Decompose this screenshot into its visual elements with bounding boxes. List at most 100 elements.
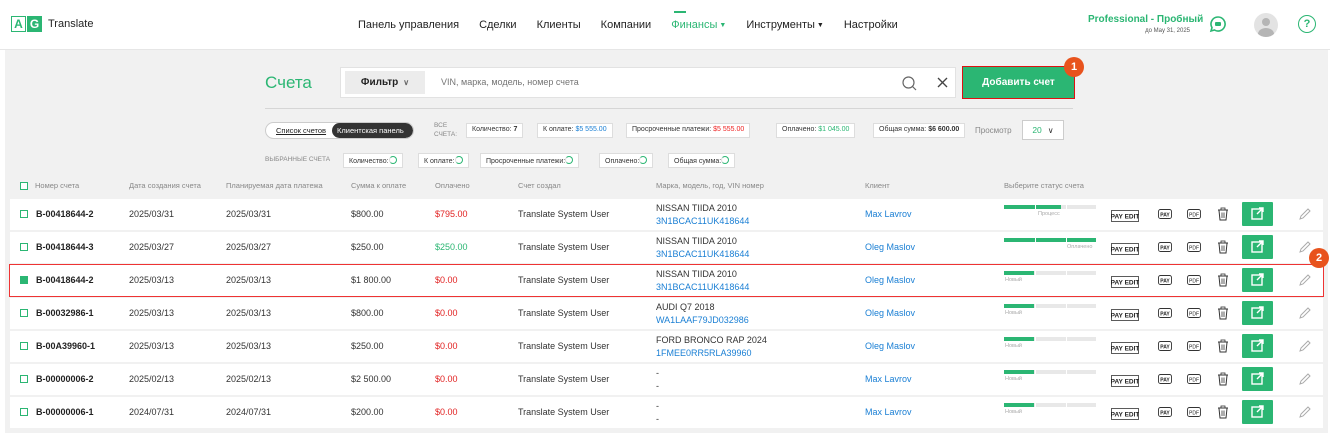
- help-icon[interactable]: ?: [1298, 15, 1316, 33]
- toggle-invoice-list[interactable]: Список счетов: [266, 123, 332, 138]
- row-checkbox[interactable]: [20, 342, 28, 350]
- edit-pencil-icon[interactable]: [1298, 273, 1312, 292]
- nav-deals[interactable]: Сделки: [479, 19, 517, 31]
- table-row[interactable]: B-00418644-2 2025/03/13 2025/03/13 $1 800.0…: [9, 264, 1324, 297]
- status-progress-bar[interactable]: [1004, 403, 1096, 407]
- trash-icon[interactable]: [1217, 372, 1229, 391]
- row-checkbox[interactable]: [20, 375, 28, 383]
- trash-icon[interactable]: [1217, 405, 1229, 424]
- table-row[interactable]: B-00000006-2 2025/02/13 2025/02/13 $2 500.0…: [10, 364, 1323, 395]
- pay-edit-icon[interactable]: PAY EDIT: [1111, 341, 1139, 359]
- status-progress-bar[interactable]: [1004, 304, 1096, 308]
- search-icon[interactable]: [902, 76, 917, 91]
- open-external-icon[interactable]: [1242, 334, 1273, 358]
- client-link[interactable]: Oleg Maslov: [865, 341, 915, 351]
- pdf-icon[interactable]: PDF: [1187, 372, 1201, 391]
- pay-icon[interactable]: PAY: [1158, 273, 1172, 292]
- filter-button[interactable]: Фильтр ∨: [345, 71, 425, 94]
- client-link[interactable]: Max Lavrov: [865, 209, 912, 219]
- status-progress-bar[interactable]: [1004, 205, 1096, 209]
- client-link[interactable]: Max Lavrov: [865, 407, 912, 417]
- row-checkbox[interactable]: [20, 309, 28, 317]
- vin-link[interactable]: 3N1BCAC11UK418644: [656, 281, 749, 294]
- row-checkbox[interactable]: [20, 276, 28, 284]
- whatsapp-icon[interactable]: [1209, 15, 1227, 33]
- pay-icon[interactable]: PAY: [1158, 240, 1172, 259]
- col-amount[interactable]: Сумма к оплате: [351, 181, 406, 190]
- pay-icon[interactable]: PAY: [1158, 306, 1172, 325]
- col-due-date[interactable]: Планируемая дата платежа: [226, 181, 323, 190]
- nav-settings[interactable]: Настройки: [844, 19, 898, 31]
- status-progress-bar[interactable]: [1004, 337, 1096, 341]
- avatar[interactable]: [1254, 13, 1278, 37]
- col-status[interactable]: Выберите статус счета: [1004, 181, 1084, 190]
- row-checkbox[interactable]: [20, 210, 28, 218]
- pay-edit-icon[interactable]: PAY EDIT: [1111, 308, 1139, 326]
- edit-pencil-icon[interactable]: [1298, 207, 1312, 226]
- trash-icon[interactable]: [1217, 240, 1229, 259]
- col-created-by[interactable]: Счет создал: [518, 181, 561, 190]
- pdf-icon[interactable]: PDF: [1187, 240, 1201, 259]
- edit-pencil-icon[interactable]: [1298, 372, 1312, 391]
- close-icon[interactable]: [937, 77, 948, 88]
- pay-icon[interactable]: PAY: [1158, 339, 1172, 358]
- status-progress-bar[interactable]: [1004, 370, 1096, 374]
- trash-icon[interactable]: [1217, 306, 1229, 325]
- invoice-number[interactable]: B-00418644-3: [36, 242, 94, 252]
- status-progress-bar[interactable]: [1004, 238, 1096, 242]
- pay-edit-icon[interactable]: PAY EDIT: [1111, 374, 1139, 392]
- table-row[interactable]: B-00A39960-1 2025/03/13 2025/03/13 $250.00 $…: [10, 331, 1323, 362]
- nav-dashboard[interactable]: Панель управления: [358, 19, 459, 31]
- vin-link[interactable]: -: [656, 380, 659, 393]
- vin-link[interactable]: 3N1BCAC11UK418644: [656, 248, 749, 261]
- client-link[interactable]: Oleg Maslov: [865, 275, 915, 285]
- col-invoice-number[interactable]: Номер счета: [35, 181, 79, 190]
- pdf-icon[interactable]: PDF: [1187, 405, 1201, 424]
- pay-edit-icon[interactable]: PAY EDIT: [1111, 242, 1139, 260]
- row-checkbox[interactable]: [20, 243, 28, 251]
- col-client[interactable]: Клиент: [865, 181, 890, 190]
- open-external-icon[interactable]: [1242, 301, 1273, 325]
- vin-link[interactable]: WA1LAAF79JD032986: [656, 314, 749, 327]
- client-link[interactable]: Oleg Maslov: [865, 308, 915, 318]
- trash-icon[interactable]: [1217, 273, 1229, 292]
- logo[interactable]: A G Translate: [11, 16, 93, 32]
- pdf-icon[interactable]: PDF: [1187, 306, 1201, 325]
- table-row[interactable]: B-00418644-3 2025/03/27 2025/03/27 $250.00 $…: [10, 232, 1323, 263]
- add-invoice-button[interactable]: Добавить счет: [962, 66, 1075, 99]
- open-external-icon[interactable]: [1242, 367, 1273, 391]
- edit-pencil-icon[interactable]: [1298, 339, 1312, 358]
- pay-edit-icon[interactable]: PAY EDIT: [1111, 407, 1139, 425]
- pay-icon[interactable]: PAY: [1158, 207, 1172, 226]
- table-row[interactable]: B-00032986-1 2025/03/13 2025/03/13 $800.00 $…: [10, 298, 1323, 329]
- table-row[interactable]: B-00000006-1 2024/07/31 2024/07/31 $200.00 $…: [10, 397, 1323, 428]
- vin-link[interactable]: 1FMEE0RR5RLA39960: [656, 347, 752, 360]
- search-input[interactable]: [441, 77, 861, 87]
- trash-icon[interactable]: [1217, 207, 1229, 226]
- client-link[interactable]: Max Lavrov: [865, 374, 912, 384]
- open-external-icon[interactable]: [1242, 202, 1273, 226]
- invoice-number[interactable]: B-00418644-2: [36, 275, 94, 285]
- page-size-select[interactable]: 20 ∨: [1022, 120, 1064, 140]
- client-link[interactable]: Oleg Maslov: [865, 242, 915, 252]
- invoice-number[interactable]: B-00418644-2: [36, 209, 94, 219]
- nav-clients[interactable]: Клиенты: [537, 19, 581, 31]
- open-external-icon[interactable]: [1242, 268, 1273, 292]
- table-row[interactable]: B-00418644-2 2025/03/31 2025/03/31 $800.00 $…: [10, 199, 1323, 230]
- edit-pencil-icon[interactable]: [1298, 405, 1312, 424]
- open-external-icon[interactable]: [1242, 235, 1273, 259]
- invoice-number[interactable]: B-00032986-1: [36, 308, 94, 318]
- trash-icon[interactable]: [1217, 339, 1229, 358]
- pdf-icon[interactable]: PDF: [1187, 207, 1201, 226]
- pdf-icon[interactable]: PDF: [1187, 273, 1201, 292]
- invoice-number[interactable]: B-00000006-1: [36, 407, 94, 417]
- row-checkbox[interactable]: [20, 408, 28, 416]
- pdf-icon[interactable]: PDF: [1187, 339, 1201, 358]
- col-vehicle[interactable]: Марка, модель, год, VIN номер: [656, 181, 764, 190]
- vin-link[interactable]: -: [656, 413, 659, 426]
- open-external-icon[interactable]: [1242, 400, 1273, 424]
- col-paid[interactable]: Оплачено: [435, 181, 470, 190]
- nav-finance[interactable]: Финансы ▼: [671, 11, 726, 31]
- edit-pencil-icon[interactable]: [1298, 306, 1312, 325]
- nav-tools[interactable]: Инструменты ▼: [746, 19, 824, 31]
